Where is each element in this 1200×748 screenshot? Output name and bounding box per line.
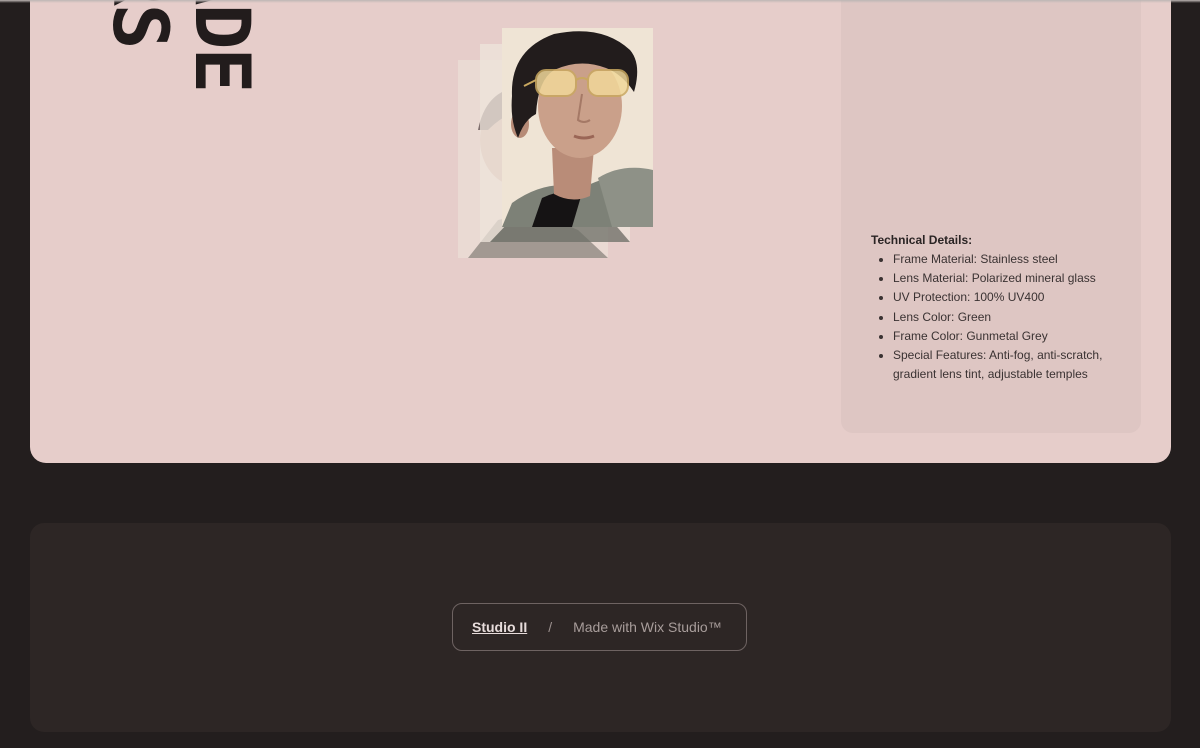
credit-separator: /: [548, 619, 553, 635]
detail-lens-material: Lens Material: Polarized mineral glass: [893, 269, 1133, 288]
product-card: RS ADE Technical Details: • Frame Materi…: [30, 0, 1171, 463]
footer: Studio II / Made with Wix Studio™: [30, 523, 1171, 732]
made-with-wix-link[interactable]: Made with Wix Studio™: [573, 619, 722, 635]
top-bar-shadow: [0, 0, 1200, 3]
detail-lens-color: Lens Color: Green: [893, 308, 1133, 327]
studio-link[interactable]: Studio II: [472, 619, 527, 635]
title-line-2: ADE: [178, 0, 260, 92]
portrait-illustration: [502, 28, 653, 227]
credit-pill: Studio II / Made with Wix Studio™: [452, 603, 747, 651]
image-stack: [458, 28, 658, 260]
detail-frame-color: Frame Color: Gunmetal Grey: [893, 327, 1133, 346]
detail-special-features: Special Features: Anti-fog, anti-scratch…: [893, 346, 1133, 384]
title-line-1: RS: [96, 0, 185, 48]
details-list: Frame Material: Stainless steel Lens Mat…: [871, 250, 1133, 384]
details-heading: Technical Details:: [871, 233, 973, 247]
detail-uv-protection: UV Protection: 100% UV400: [893, 288, 1133, 307]
vertical-title: RS ADE: [60, 0, 260, 95]
portrait-image: [502, 28, 653, 227]
technical-details-panel: Technical Details: Frame Material: Stain…: [841, 0, 1141, 433]
page: RS ADE Technical Details: • Frame Materi…: [0, 0, 1200, 748]
detail-frame-material: Frame Material: Stainless steel: [893, 250, 1133, 269]
